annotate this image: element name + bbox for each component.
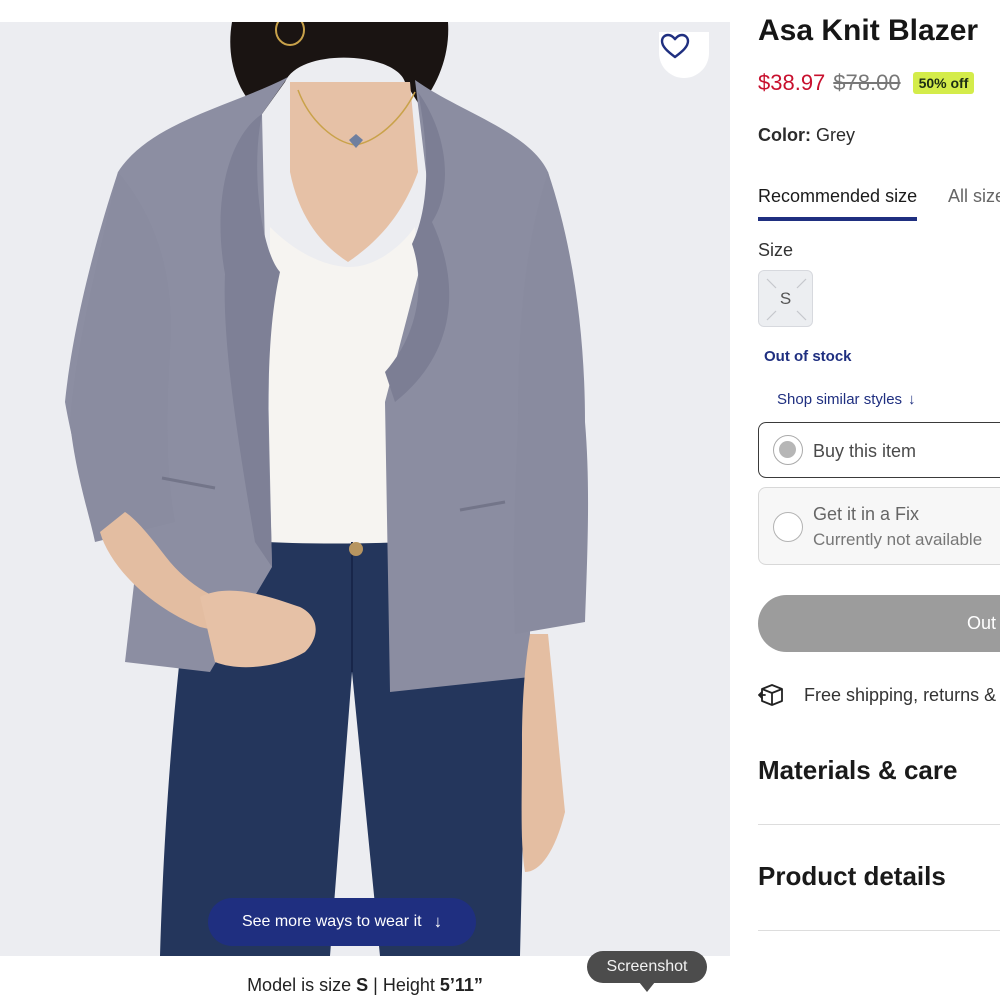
model-illustration	[65, 22, 589, 956]
product-title: Asa Knit Blazer	[758, 14, 979, 47]
materials-care-heading[interactable]: Materials & care	[758, 755, 957, 786]
arrow-down-icon: ↓	[433, 912, 443, 931]
model-prefix: Model is size	[247, 975, 352, 995]
size-tabs: Recommended size All size	[758, 186, 1000, 226]
color-label: Color:	[758, 125, 811, 145]
screenshot-label: Screenshot	[606, 958, 688, 975]
original-price: $78.00	[833, 70, 901, 95]
color-value: Grey	[816, 125, 856, 145]
product-details-pane: Asa Knit Blazer $38.97 $78.00 50% off Co…	[758, 0, 1000, 1000]
radio-selected[interactable]	[773, 435, 803, 465]
out-of-stock-button[interactable]: Out	[758, 595, 1000, 652]
size-label: Size	[758, 240, 794, 260]
price-row: $38.97 $78.00 50% off	[758, 70, 975, 96]
arrow-down-icon: ↓	[908, 391, 916, 408]
size-option-s[interactable]: S	[758, 270, 813, 327]
tab-all-sizes[interactable]: All size	[948, 186, 1000, 207]
model-height: 5’11”	[439, 975, 483, 995]
shop-similar-label: Shop similar styles	[777, 391, 903, 408]
product-image[interactable]: See more ways to wear it ↓	[0, 22, 730, 956]
screenshot-tooltip: Screenshot	[587, 951, 707, 992]
fix-option-label: Get it in a Fix	[813, 504, 920, 524]
fix-option[interactable]: Get it in a Fix Currently not available	[758, 487, 1000, 565]
size-option-label: S	[779, 288, 792, 308]
radio-unselected[interactable]	[773, 512, 803, 542]
buy-item-label: Buy this item	[813, 441, 917, 461]
divider	[758, 824, 1000, 825]
buy-item-option[interactable]: Buy this item	[758, 422, 1000, 478]
fix-option-status: Currently not available	[813, 530, 983, 549]
stock-status: Out of stock	[764, 348, 852, 365]
divider	[758, 930, 1000, 931]
color-row: Color: Grey	[758, 125, 855, 146]
cta-label: Out	[967, 613, 997, 633]
product-details-heading[interactable]: Product details	[758, 861, 946, 892]
shop-similar-link[interactable]: Shop similar styles ↓	[777, 391, 916, 408]
heart-icon	[660, 33, 690, 59]
tab-recommended-size[interactable]: Recommended size	[758, 186, 918, 221]
discount-badge: 50% off	[912, 72, 975, 94]
sale-price: $38.97	[758, 70, 826, 95]
wear-button-label: See more ways to wear it	[241, 913, 422, 930]
package-return-icon	[758, 684, 783, 706]
model-size: S	[356, 975, 369, 995]
see-more-ways-button[interactable]: See more ways to wear it ↓	[208, 898, 476, 946]
shipping-text: Free shipping, returns &	[804, 684, 997, 705]
shipping-info: Free shipping, returns &	[758, 682, 996, 708]
model-separator: | Height	[373, 975, 435, 995]
